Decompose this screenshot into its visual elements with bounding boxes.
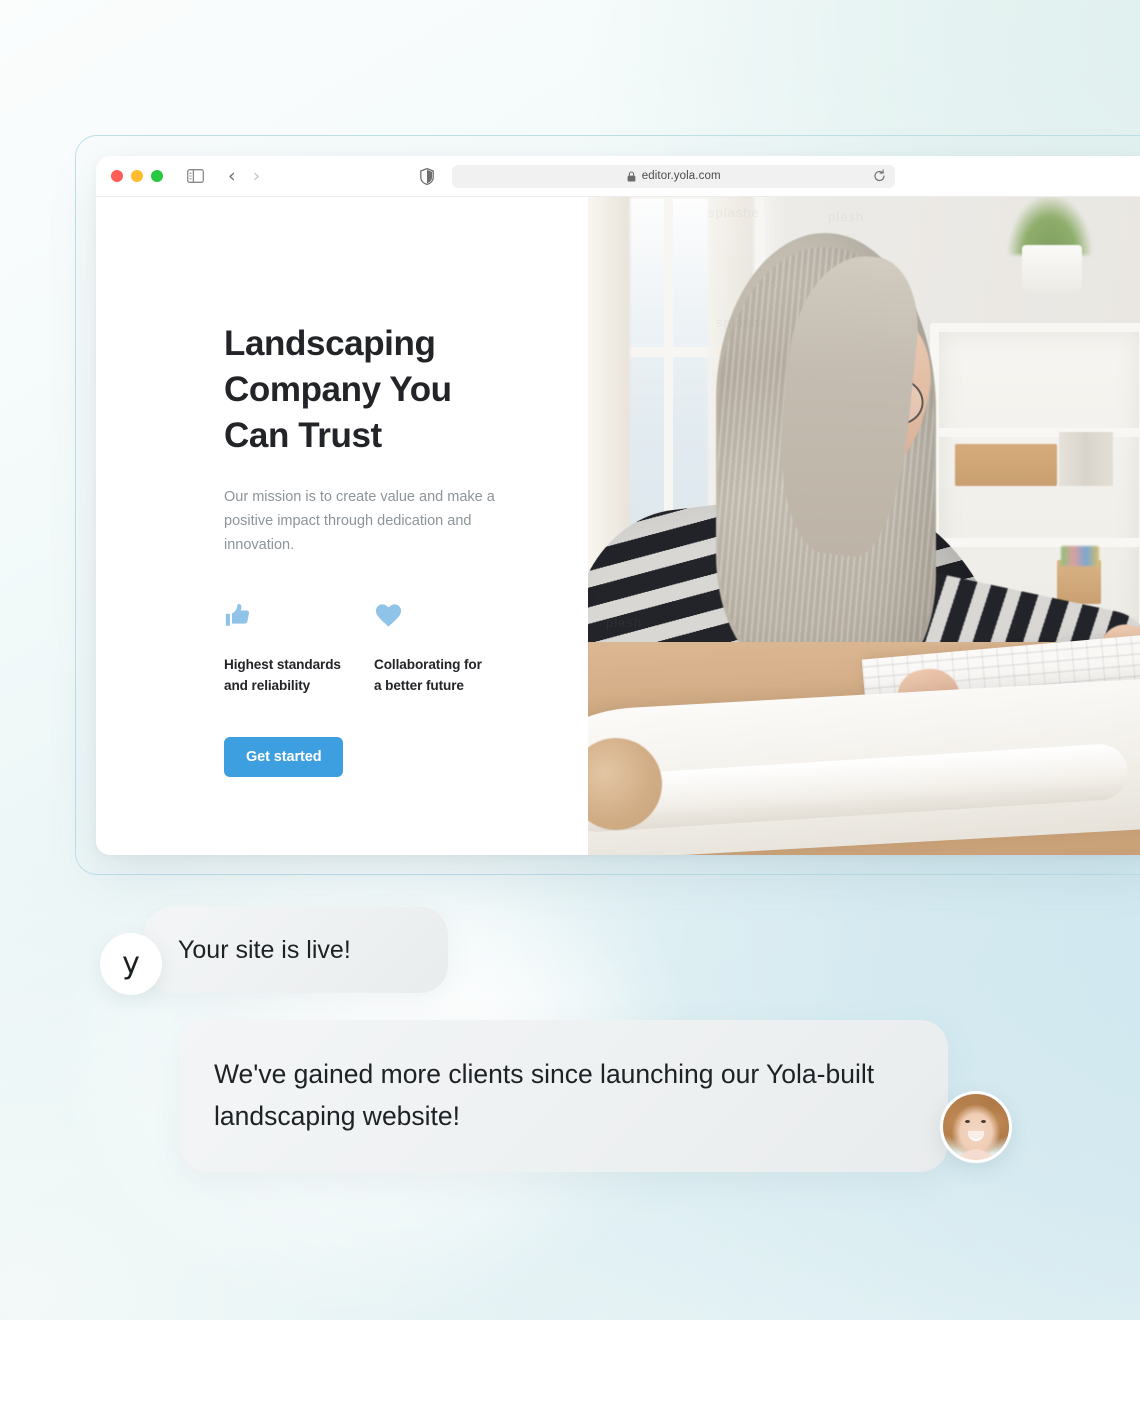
feature-label: Collaborating for a better future bbox=[374, 656, 482, 694]
lock-icon bbox=[627, 170, 636, 181]
yola-avatar: y bbox=[100, 933, 162, 995]
watermark-text: plash bbox=[606, 615, 643, 630]
get-started-button[interactable]: Get started bbox=[224, 737, 344, 778]
window-controls[interactable] bbox=[111, 170, 163, 182]
forward-button[interactable]: › bbox=[253, 166, 261, 186]
chat-bubble-testimonial: We've gained more clients since launchin… bbox=[180, 1020, 948, 1172]
avatar-smile bbox=[968, 1130, 985, 1141]
reload-button[interactable] bbox=[873, 169, 886, 183]
customer-avatar bbox=[940, 1090, 1012, 1163]
sidebar-toggle-button[interactable] bbox=[187, 169, 204, 183]
thumbs-up-icon-wrap bbox=[224, 598, 374, 630]
heart-icon-wrap bbox=[374, 598, 524, 630]
photo-watermarks: splashe plash splashe plash bbox=[588, 197, 1140, 855]
avatar-eye-left bbox=[964, 1120, 970, 1124]
heart-icon bbox=[375, 603, 402, 627]
reload-icon bbox=[874, 169, 885, 182]
browser-toolbar: ‹ › editor.yola.com bbox=[96, 156, 1140, 197]
address-bar-url: editor.yola.com bbox=[641, 170, 721, 182]
sidebar-icon bbox=[187, 169, 204, 183]
back-button[interactable]: ‹ bbox=[228, 166, 236, 186]
hero-subcopy: Our mission is to create value and make … bbox=[224, 488, 495, 554]
website-preview: Landscaping Company You Can Trust Our mi… bbox=[96, 197, 1140, 855]
chat-message-row-customer: We've gained more clients since launchin… bbox=[180, 1020, 1012, 1172]
browser-window: ‹ › editor.yola.com Landscaping Company … bbox=[96, 156, 1140, 855]
address-bar[interactable]: editor.yola.com bbox=[452, 164, 896, 188]
yola-logo-letter: y bbox=[122, 946, 140, 981]
hero-image-column: splashe plash splashe plash bbox=[588, 197, 1140, 855]
thumbs-up-icon bbox=[225, 603, 250, 626]
chat-bubble-site-live: Your site is live! bbox=[144, 907, 448, 993]
navigation-buttons[interactable]: ‹ › bbox=[228, 166, 261, 186]
feature-item-collaboration: Collaborating for a better future bbox=[374, 598, 524, 698]
watermark-text: splashe bbox=[708, 205, 760, 220]
feature-list: Highest standards and reliability Collab… bbox=[224, 598, 524, 698]
feature-label: Highest standards and reliability bbox=[224, 656, 341, 694]
privacy-shield-icon bbox=[420, 167, 435, 185]
feature-item-standards: Highest standards and reliability bbox=[224, 598, 374, 698]
close-window-button[interactable] bbox=[111, 170, 123, 182]
privacy-report-button[interactable] bbox=[420, 167, 435, 185]
avatar-eye-right bbox=[981, 1120, 987, 1124]
chat-message-row-brand: y Your site is live! bbox=[100, 905, 448, 995]
page-title: Landscaping Company You Can Trust bbox=[224, 324, 452, 455]
hero-photo: splashe plash splashe plash bbox=[588, 197, 1140, 855]
minimize-window-button[interactable] bbox=[131, 170, 143, 182]
maximize-window-button[interactable] bbox=[151, 170, 163, 182]
watermark-text: plash bbox=[828, 209, 865, 224]
watermark-text: splashe bbox=[716, 315, 768, 330]
hero-text-column: Landscaping Company You Can Trust Our mi… bbox=[96, 197, 588, 855]
